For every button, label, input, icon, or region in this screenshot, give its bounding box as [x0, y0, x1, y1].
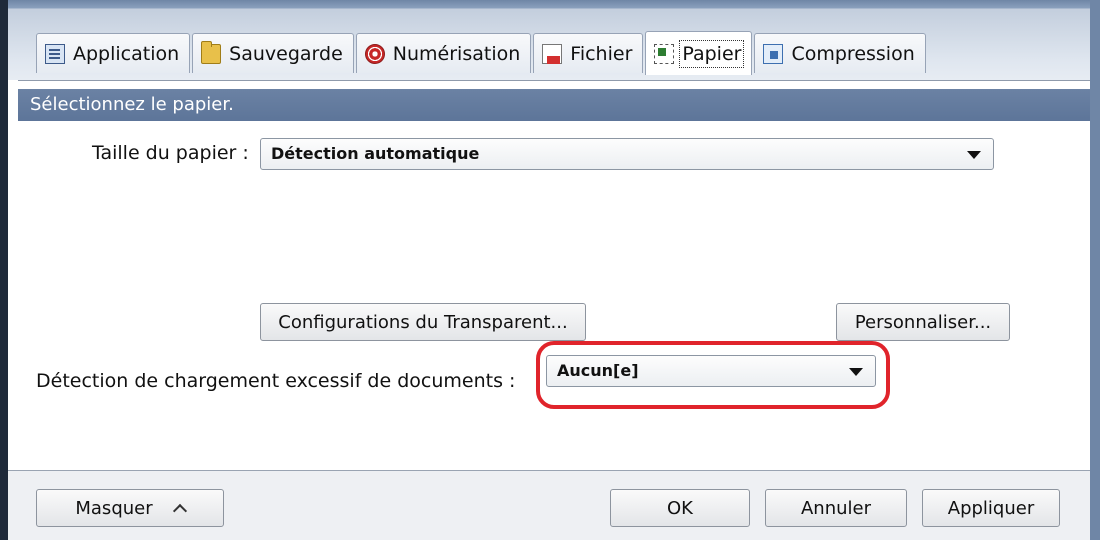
highlight-annotation — [536, 341, 890, 409]
tab-label: Fichier — [570, 42, 633, 65]
customize-button[interactable]: Personnaliser... — [836, 303, 1010, 341]
tab-application[interactable]: Application — [36, 33, 191, 73]
chevron-up-icon — [172, 503, 187, 519]
paper-size-value: Détection automatique — [271, 144, 480, 163]
section-header: Sélectionnez le papier. — [18, 89, 1090, 121]
ok-button[interactable]: OK — [610, 489, 750, 527]
tab-label: Sauvegarde — [229, 42, 343, 65]
folder-icon — [201, 40, 222, 64]
compression-icon — [763, 43, 784, 64]
tab-fichier[interactable]: Fichier — [533, 33, 644, 73]
dialog-window: Application Sauvegarde Numérisation Fich… — [0, 0, 1100, 540]
scan-icon — [364, 43, 385, 64]
hide-button-label: Masquer — [75, 497, 153, 519]
cancel-button[interactable]: Annuler — [765, 489, 907, 527]
tab-bar: Application Sauvegarde Numérisation Fich… — [36, 31, 926, 75]
transparent-settings-button[interactable]: Configurations du Transparent... — [260, 303, 586, 341]
tab-label: Numérisation — [392, 42, 521, 65]
tab-numerisation[interactable]: Numérisation — [355, 33, 532, 73]
file-icon — [542, 43, 563, 64]
dropdown-arrow-icon — [967, 151, 981, 159]
overload-detection-label: Détection de chargement excessif de docu… — [36, 370, 516, 392]
window-left-edge — [0, 0, 8, 540]
tab-label: Application — [73, 42, 180, 65]
application-icon — [45, 43, 65, 64]
tab-label: Papier — [679, 39, 745, 68]
paper-icon — [654, 43, 675, 64]
tab-compression[interactable]: Compression — [754, 33, 926, 73]
divider — [18, 80, 1090, 81]
window-right-edge — [1090, 0, 1100, 540]
apply-button[interactable]: Appliquer — [922, 489, 1060, 527]
paper-size-label: Taille du papier : — [92, 142, 249, 164]
paper-size-select[interactable]: Détection automatique — [260, 138, 994, 170]
tab-papier[interactable]: Papier — [645, 31, 753, 75]
hide-button[interactable]: Masquer — [36, 489, 224, 527]
tab-label: Compression — [791, 42, 915, 65]
tab-sauvegarde[interactable]: Sauvegarde — [192, 33, 354, 73]
